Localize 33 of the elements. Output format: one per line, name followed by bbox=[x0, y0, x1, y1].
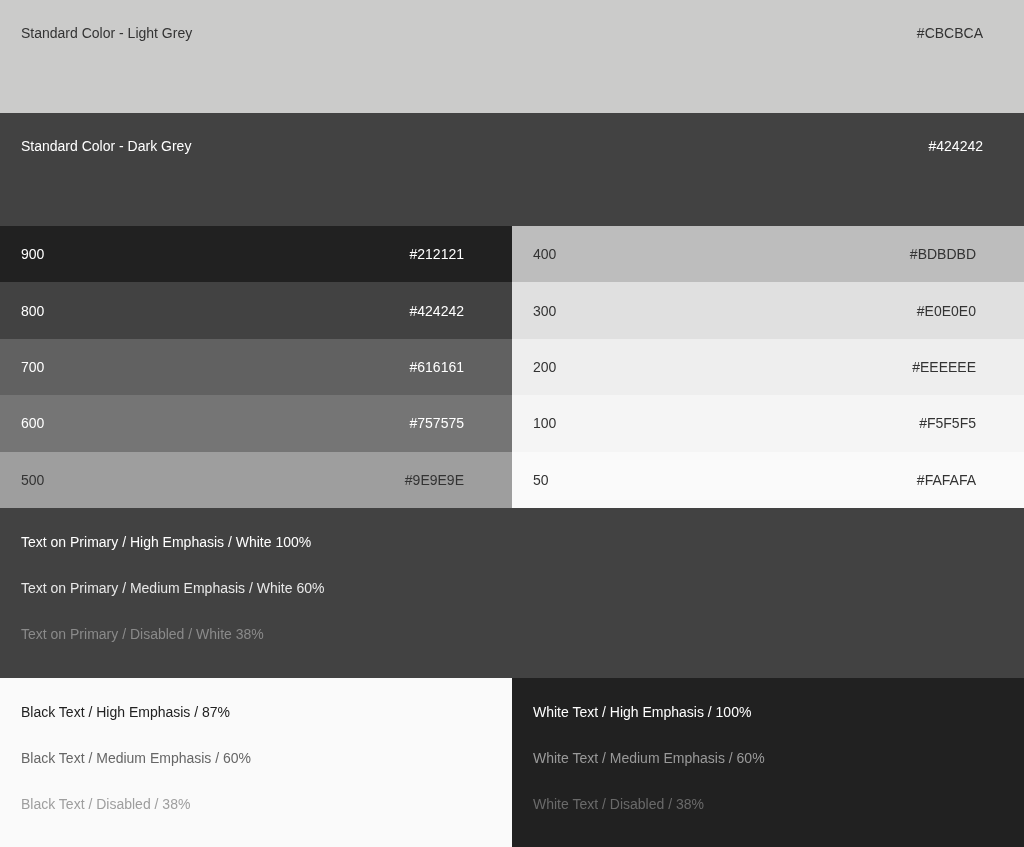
hex-code: #757575 bbox=[409, 415, 464, 432]
shade-label: 800 bbox=[21, 302, 45, 319]
hex-code: #E0E0E0 bbox=[916, 302, 976, 319]
text-sample: White Text / Disabled / 38% bbox=[533, 795, 704, 813]
shade-label: 900 bbox=[21, 246, 45, 263]
hex-code: #FAFAFA bbox=[916, 471, 976, 488]
hex-code: #424242 bbox=[409, 302, 464, 319]
shade-label: 700 bbox=[21, 359, 45, 375]
text-sample: White Text / High Emphasis / 100% bbox=[533, 703, 752, 721]
hex-code: #CBCBCA bbox=[916, 25, 983, 41]
color-name: Standard Color - Light Grey bbox=[21, 25, 193, 41]
hex-code: #616161 bbox=[409, 359, 464, 375]
shade-label: 200 bbox=[533, 359, 557, 375]
text-sample: Black Text / Medium Emphasis / 60% bbox=[21, 749, 252, 767]
hex-code: #F5F5F5 bbox=[919, 415, 976, 432]
text-sample: White Text / Medium Emphasis / 60% bbox=[533, 749, 765, 767]
shade-label: 600 bbox=[21, 415, 45, 432]
text-sample: Text on Primary / Medium Emphasis / White 60% bbox=[21, 579, 326, 597]
shade-label: 50 bbox=[533, 471, 549, 488]
color-name: Standard Color - Dark Grey bbox=[21, 138, 192, 154]
hex-code: #BDBDBD bbox=[909, 246, 976, 263]
text-sample: Text on Primary / Disabled / White 38% bbox=[21, 625, 265, 643]
shade-label: 400 bbox=[533, 246, 557, 263]
text-sample: Text on Primary / High Emphasis / White 100% bbox=[21, 533, 313, 551]
hex-code: #9E9E9E bbox=[404, 471, 464, 488]
text-sample: Black Text / High Emphasis / 87% bbox=[21, 703, 231, 721]
hex-code: #212121 bbox=[409, 246, 464, 263]
shade-label: 500 bbox=[21, 471, 45, 488]
text-sample: Black Text / Disabled / 38% bbox=[21, 795, 191, 813]
shade-label: 100 bbox=[533, 415, 557, 432]
shade-label: 300 bbox=[533, 302, 557, 319]
hex-code: #EEEEEE bbox=[912, 359, 976, 375]
hex-code: #424242 bbox=[928, 138, 983, 154]
